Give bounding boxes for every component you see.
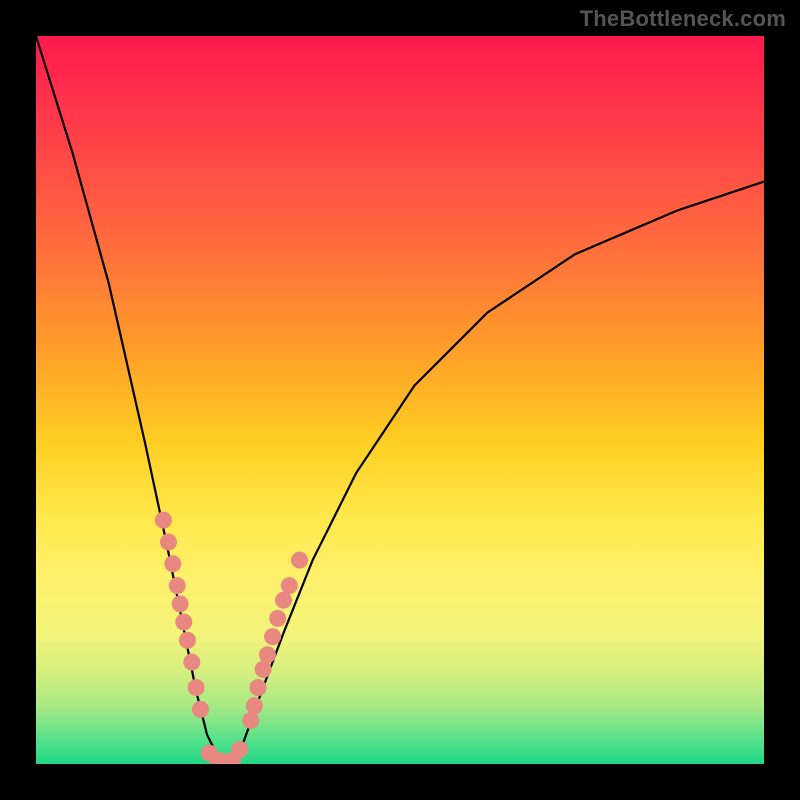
data-dot (242, 712, 259, 729)
data-dot (183, 654, 200, 671)
data-dot (188, 679, 205, 696)
plot-area (36, 36, 764, 764)
outer-frame: TheBottleneck.com (0, 0, 800, 800)
watermark-text: TheBottleneck.com (580, 6, 786, 32)
data-dots (155, 512, 308, 764)
data-dot (172, 595, 189, 612)
data-dot (291, 552, 308, 569)
chart-svg (36, 36, 764, 764)
data-dot (175, 614, 192, 631)
data-dot (255, 661, 272, 678)
data-dot (264, 628, 281, 645)
data-dot (250, 679, 267, 696)
data-dot (231, 741, 248, 758)
bottleneck-curve (36, 36, 764, 764)
data-dot (269, 610, 286, 627)
data-dot (192, 701, 209, 718)
data-dot (275, 592, 292, 609)
data-dot (169, 577, 186, 594)
data-dot (160, 533, 177, 550)
data-dot (246, 697, 263, 714)
data-dot (164, 555, 181, 572)
data-dot (281, 577, 298, 594)
data-dot (259, 646, 276, 663)
data-dot (155, 512, 172, 529)
data-dot (179, 632, 196, 649)
